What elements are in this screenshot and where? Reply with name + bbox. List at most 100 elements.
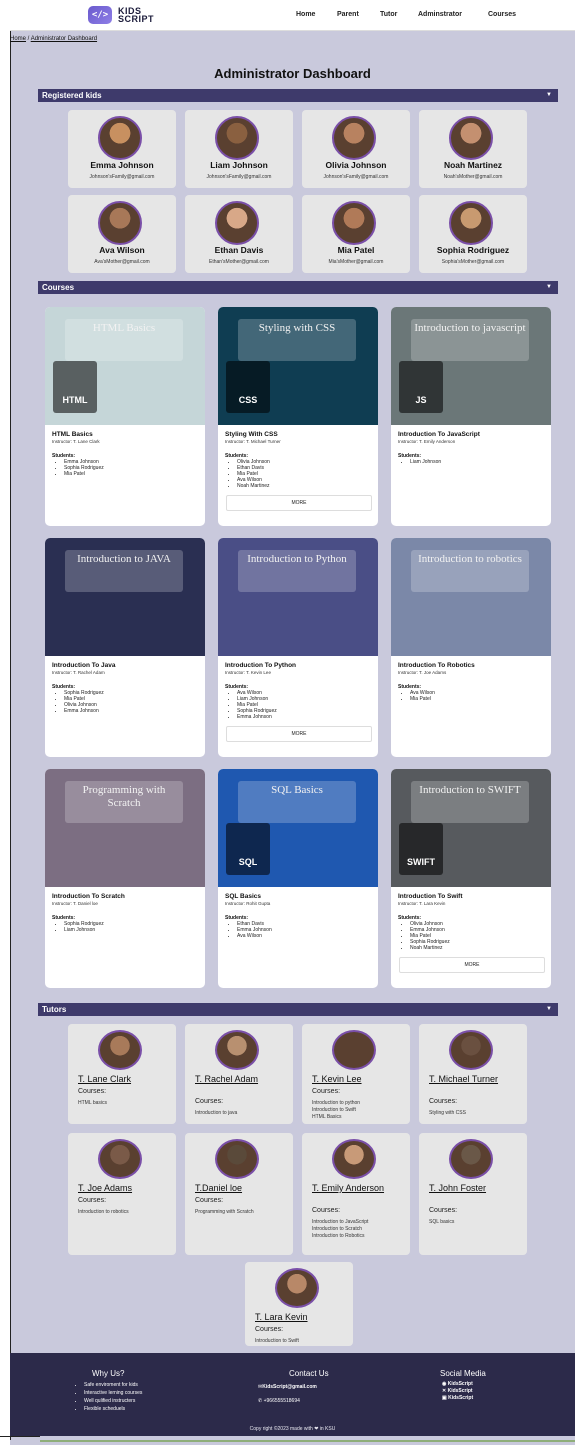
section-title: Registered kids bbox=[42, 91, 102, 100]
avatar bbox=[215, 201, 259, 245]
course-image: Introduction to robotics bbox=[391, 538, 551, 656]
course-card: Programming with Scratch Introduction To … bbox=[45, 769, 205, 988]
breadcrumb-home[interactable]: Home bbox=[10, 36, 26, 42]
tutor-name[interactable]: T. Kevin Lee bbox=[312, 1074, 404, 1085]
tutor-name[interactable]: T. Rachel Adam bbox=[195, 1074, 287, 1085]
course-image-title: Introduction to JAVA bbox=[65, 550, 183, 592]
course-title: HTML Basics bbox=[52, 431, 93, 438]
tutor-card[interactable]: T. Michael Turner Courses: Styling with CS… bbox=[419, 1024, 527, 1124]
tutor-name[interactable]: T. Lara Kevin bbox=[255, 1312, 347, 1323]
tutor-course-item: Introduction to java bbox=[195, 1110, 238, 1116]
tutor-name[interactable]: T. Lane Clark bbox=[78, 1074, 170, 1085]
kid-card[interactable]: Olivia Johnson Johnson'sFamily@gmail.com bbox=[302, 110, 410, 188]
avatar bbox=[215, 116, 259, 160]
kid-card[interactable]: Ava Wilson Ava'sMother@gmail.com bbox=[68, 195, 176, 273]
tutor-courses: SQL basics bbox=[429, 1219, 521, 1226]
course-instructor: Instructor: T. Daniel loe bbox=[52, 901, 98, 906]
avatar bbox=[215, 1139, 259, 1179]
more-button[interactable]: MORE bbox=[226, 495, 372, 511]
course-title: Styling With CSS bbox=[225, 431, 278, 438]
tutor-name[interactable]: T. Emily Anderson bbox=[312, 1183, 404, 1194]
x-link[interactable]: ✕ KidsScript bbox=[442, 1388, 473, 1395]
kid-email: Mia'sMother@gmail.com bbox=[328, 259, 384, 265]
footer-phone[interactable]: ✆ +966555518694 bbox=[258, 1397, 300, 1405]
facebook-link[interactable]: ▣ KidsScript bbox=[442, 1395, 473, 1402]
course-badge: JS bbox=[415, 395, 427, 405]
section-title: Tutors bbox=[42, 1005, 67, 1014]
tutor-card[interactable]: T. Lara Kevin Courses: Introduction to Swi… bbox=[245, 1262, 353, 1346]
tutor-card[interactable]: T. Emily Anderson Courses: Introduction to… bbox=[302, 1133, 410, 1255]
chevron-down-icon[interactable]: ▼ bbox=[546, 281, 552, 294]
chevron-down-icon[interactable]: ▼ bbox=[546, 1003, 552, 1016]
tutor-card[interactable]: T. Lane Clark Courses: HTML basics bbox=[68, 1024, 176, 1124]
tutor-name[interactable]: T. John Foster bbox=[429, 1183, 521, 1194]
more-button[interactable]: MORE bbox=[226, 726, 372, 742]
course-card: Introduction to Python Introduction To Py… bbox=[218, 538, 378, 757]
section-tutors[interactable]: Tutors ▼ bbox=[38, 1003, 558, 1016]
course-image: Styling with CSS CSS bbox=[218, 307, 378, 425]
tutor-course-item: HTML basics bbox=[78, 1100, 107, 1106]
course-image: Introduction to Python bbox=[218, 538, 378, 656]
kid-card[interactable]: Sophia Rodriguez Sophia'sMother@gmail.com bbox=[419, 195, 527, 273]
course-image-title: Introduction to Python bbox=[238, 550, 356, 592]
nav-parent[interactable]: Parent bbox=[337, 11, 359, 18]
file-icon: HTML bbox=[53, 361, 97, 413]
tutor-courses: Programming with Scratch bbox=[195, 1209, 287, 1216]
frame-border bbox=[10, 30, 11, 1440]
avatar bbox=[98, 1139, 142, 1179]
file-icon: JS bbox=[399, 361, 443, 413]
nav-administrator[interactable]: Adminstrator bbox=[418, 11, 462, 18]
course-title: Introduction To Python bbox=[225, 662, 297, 669]
instagram-link[interactable]: ◉ KidsScript bbox=[442, 1381, 473, 1388]
tutor-card[interactable]: T. Joe Adams Courses: Introduction to robo… bbox=[68, 1133, 176, 1255]
course-badge: SQL bbox=[238, 857, 258, 867]
site-footer: Why Us? Safe enviroment for kids Interac… bbox=[10, 1353, 575, 1436]
kid-card[interactable]: Emma Johnson Johnson'sFamily@gmail.com bbox=[68, 110, 176, 188]
kid-email: Sophia'sMother@gmail.com bbox=[441, 259, 505, 265]
tutor-name[interactable]: T. Joe Adams bbox=[78, 1183, 170, 1194]
section-courses[interactable]: Courses ▼ bbox=[38, 281, 558, 294]
course-instructor: Instructor: T. Michael Turner bbox=[225, 439, 281, 444]
tutor-card[interactable]: T. Rachel Adam Courses: Introduction to ja… bbox=[185, 1024, 293, 1124]
kid-card[interactable]: Noah Martinez Noah'sMother@gmail.com bbox=[419, 110, 527, 188]
nav-courses[interactable]: Courses bbox=[488, 11, 516, 18]
avatar bbox=[98, 116, 142, 160]
course-image-title: Programming with Scratch bbox=[65, 781, 183, 823]
avatar bbox=[332, 1139, 376, 1179]
nav-home[interactable]: Home bbox=[296, 11, 315, 18]
tutor-card[interactable]: T. Kevin Lee Courses: Introduction to pyth… bbox=[302, 1024, 410, 1124]
tutor-courses: Introduction to JavaScript Introduction t… bbox=[312, 1219, 404, 1240]
breadcrumb: Home / Administrator Dashboard bbox=[10, 36, 97, 42]
site-logo[interactable]: </> KIDS SCRIPT bbox=[88, 6, 154, 24]
kid-email: Noah'sMother@gmail.com bbox=[443, 174, 503, 180]
section-registered-kids[interactable]: Registered kids ▼ bbox=[38, 89, 558, 102]
course-image-title: HTML Basics bbox=[65, 319, 183, 361]
kid-email: Ava'sMother@gmail.com bbox=[94, 259, 150, 265]
tutor-course-item: Styling with CSS bbox=[429, 1110, 466, 1116]
tutor-courses: Introduction to python Introduction to Sw… bbox=[312, 1100, 404, 1121]
chevron-down-icon[interactable]: ▼ bbox=[546, 89, 552, 102]
courses-label: Courses: bbox=[78, 1088, 107, 1095]
breadcrumb-current[interactable]: Administrator Dashboard bbox=[31, 36, 97, 42]
tutor-name[interactable]: T. Michael Turner bbox=[429, 1074, 521, 1085]
kid-card[interactable]: Liam Johnson Johnson'sFamily@gmail.com bbox=[185, 110, 293, 188]
course-card: HTML Basics HTML HTML Basics Instructor: T.… bbox=[45, 307, 205, 526]
more-button[interactable]: MORE bbox=[399, 957, 545, 973]
course-image-title: Styling with CSS bbox=[238, 319, 356, 361]
kid-card[interactable]: Mia Patel Mia'sMother@gmail.com bbox=[302, 195, 410, 273]
kid-email: Johnson'sFamily@gmail.com bbox=[206, 174, 272, 180]
nav-tutor[interactable]: Tutor bbox=[380, 11, 397, 18]
list-item: Flexible scheduels bbox=[84, 1405, 142, 1413]
course-image: Introduction to javascript JS bbox=[391, 307, 551, 425]
courses-label: Courses: bbox=[429, 1098, 458, 1105]
tutor-card[interactable]: T.Daniel loe Courses: Programming with Scr… bbox=[185, 1133, 293, 1255]
tutor-course-item: Introduction to Swift bbox=[312, 1107, 356, 1113]
tutor-card[interactable]: T. John Foster Courses: SQL basics bbox=[419, 1133, 527, 1255]
kid-email: Johnson'sFamily@gmail.com bbox=[323, 174, 389, 180]
footer-email[interactable]: ✉KidsScript@gmail.com bbox=[258, 1383, 317, 1391]
tutor-name[interactable]: T.Daniel loe bbox=[195, 1183, 287, 1194]
kid-card[interactable]: Ethan Davis Ethan'sMother@gmail.com bbox=[185, 195, 293, 273]
list-item: Noah Martinez bbox=[237, 483, 270, 489]
site-header: </> KIDS SCRIPT Home Parent Tutor Admins… bbox=[10, 0, 575, 31]
course-card: Styling with CSS CSS Styling With CSS Instr… bbox=[218, 307, 378, 526]
